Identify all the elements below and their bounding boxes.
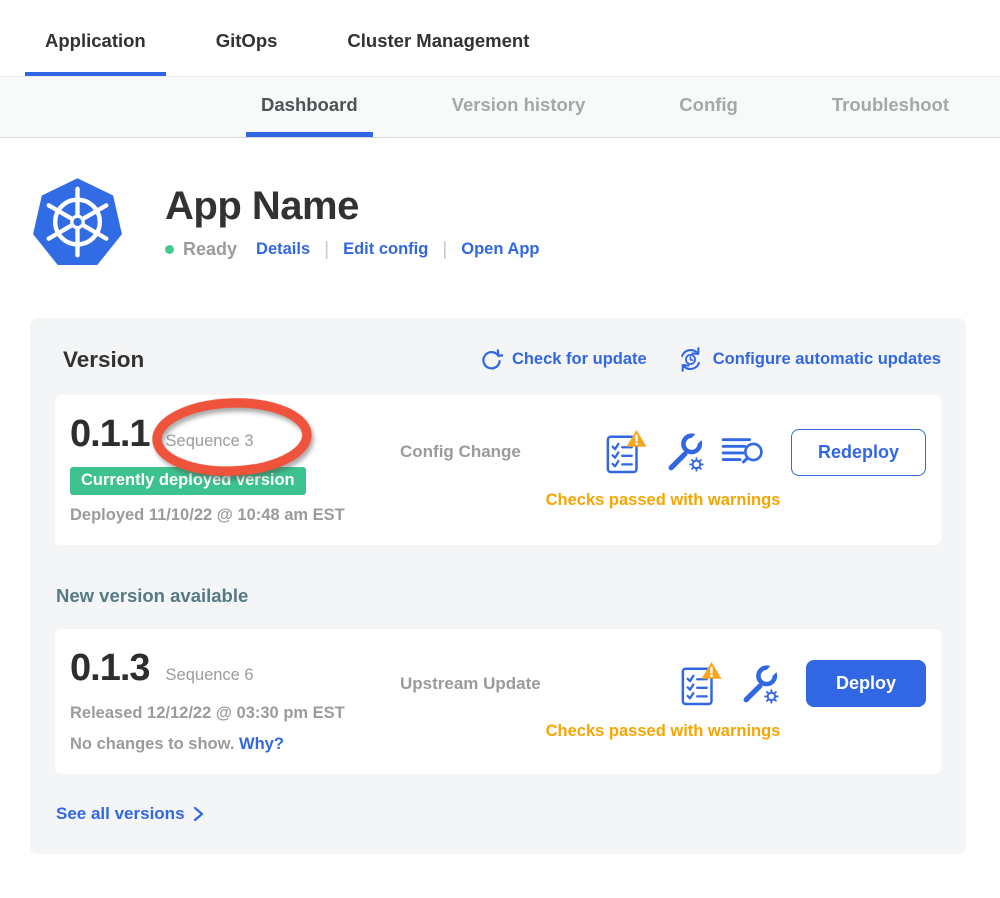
- see-all-versions-label: See all versions: [56, 804, 185, 824]
- app-status-label: Ready: [183, 239, 237, 260]
- version-section-title: Version: [63, 347, 144, 373]
- status-ready-dot-icon: [165, 245, 174, 254]
- app-status-row: Ready Details | Edit config | Open App: [165, 239, 539, 261]
- available-version-card: 0.1.3 Sequence 6 Released 12/12/22 @ 03:…: [55, 629, 941, 774]
- tab-dashboard[interactable]: Dashboard: [246, 94, 373, 137]
- version-section: Version Check for update Configure: [30, 318, 966, 854]
- app-header: App Name Ready Details | Edit config | O…: [30, 170, 1000, 274]
- app-name: App Name: [165, 184, 539, 229]
- available-version-number: 0.1.3: [70, 647, 150, 690]
- preflight-checks-icon[interactable]: [680, 661, 722, 707]
- version-action-icons: [680, 661, 780, 707]
- new-version-available-label: New version available: [56, 585, 941, 607]
- app-header-text: App Name Ready Details | Edit config | O…: [165, 184, 539, 261]
- configure-auto-updates-label: Configure automatic updates: [713, 350, 941, 369]
- current-version-actions: Config Change: [400, 429, 926, 510]
- deployed-timestamp: Deployed 11/10/22 @ 10:48 am EST: [70, 506, 400, 525]
- version-type-label: Config Change: [400, 442, 521, 462]
- current-version-info: 0.1.1 Sequence 3 Currently deployed vers…: [70, 413, 400, 525]
- auto-update-clock-icon: [677, 346, 704, 373]
- chevron-right-icon: [193, 806, 204, 822]
- deployed-version-badge: Currently deployed version: [70, 467, 306, 495]
- app-subnav: Dashboard Version history Config Trouble…: [0, 76, 1000, 138]
- preflight-result-text: Checks passed with warnings: [400, 722, 926, 741]
- version-action-icons: [605, 429, 765, 475]
- see-all-versions-link[interactable]: See all versions: [56, 804, 204, 824]
- primary-nav: Application GitOps Cluster Management: [0, 0, 1000, 76]
- current-sequence-label: Sequence 3: [166, 432, 254, 451]
- tab-config[interactable]: Config: [664, 94, 753, 137]
- kubernetes-logo-icon: [30, 170, 125, 274]
- configure-auto-updates-link[interactable]: Configure automatic updates: [677, 346, 941, 373]
- preflight-checks-icon[interactable]: [605, 429, 647, 475]
- version-number-row: 0.1.1 Sequence 3: [70, 413, 400, 456]
- open-app-link[interactable]: Open App: [461, 240, 539, 259]
- available-version-info: 0.1.3 Sequence 6 Released 12/12/22 @ 03:…: [70, 647, 400, 754]
- tab-gitops[interactable]: GitOps: [196, 30, 298, 76]
- version-type-label: Upstream Update: [400, 674, 541, 694]
- link-divider: |: [442, 239, 447, 261]
- version-header-actions: Check for update Configure automatic upd…: [480, 346, 941, 373]
- current-version-card: 0.1.1 Sequence 3 Currently deployed vers…: [55, 395, 941, 545]
- deploy-button[interactable]: Deploy: [806, 660, 926, 707]
- details-link[interactable]: Details: [256, 240, 310, 259]
- no-changes-row: No changes to show. Why?: [70, 735, 400, 754]
- available-sequence-label: Sequence 6: [166, 666, 254, 685]
- check-for-update-label: Check for update: [512, 350, 647, 369]
- edit-config-link[interactable]: Edit config: [343, 240, 428, 259]
- available-version-actions: Upstream Update: [400, 660, 926, 741]
- tab-version-history[interactable]: Version history: [437, 94, 601, 137]
- why-link[interactable]: Why?: [239, 735, 284, 753]
- config-wrench-gear-icon[interactable]: [738, 663, 780, 705]
- preflight-result-text: Checks passed with warnings: [400, 491, 926, 510]
- tab-application[interactable]: Application: [25, 30, 166, 76]
- check-for-update-link[interactable]: Check for update: [480, 348, 647, 371]
- no-changes-label: No changes to show.: [70, 735, 234, 753]
- config-wrench-gear-icon[interactable]: [663, 431, 705, 473]
- version-section-header: Version Check for update Configure: [55, 346, 941, 373]
- version-number-row: 0.1.3 Sequence 6: [70, 647, 400, 690]
- link-divider: |: [324, 239, 329, 261]
- released-timestamp: Released 12/12/22 @ 03:30 pm EST: [70, 704, 400, 723]
- view-files-icon[interactable]: [721, 435, 765, 469]
- refresh-icon: [480, 348, 503, 371]
- redeploy-button[interactable]: Redeploy: [791, 429, 926, 476]
- tab-troubleshoot[interactable]: Troubleshoot: [817, 94, 964, 137]
- current-version-number: 0.1.1: [70, 413, 150, 456]
- tab-cluster-management[interactable]: Cluster Management: [327, 30, 549, 76]
